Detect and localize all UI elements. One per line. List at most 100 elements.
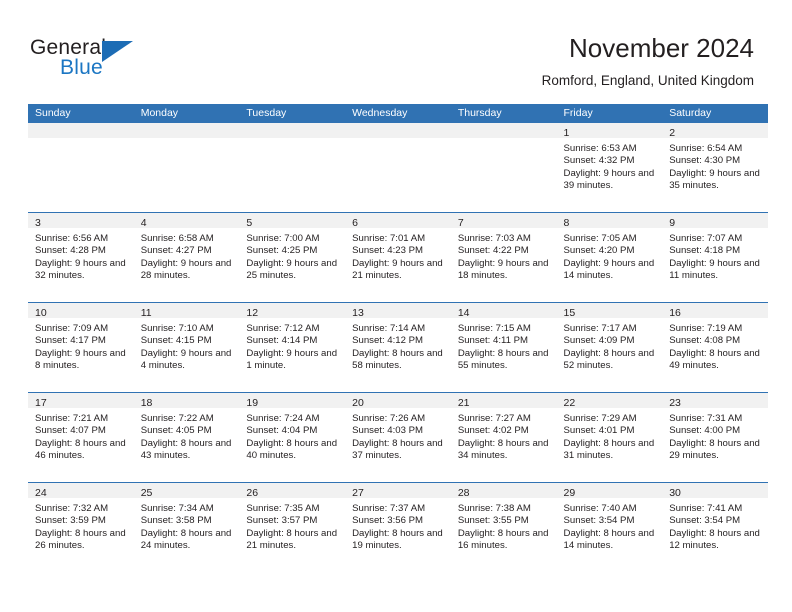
day-details: Sunrise: 7:37 AM Sunset: 3:56 PM Daylight:… <box>345 498 451 553</box>
day-number: 26 <box>246 487 259 499</box>
calendar-day-cell[interactable]: 14 Sunrise: 7:15 AM Sunset: 4:11 PM Dayligh… <box>450 303 557 392</box>
weekday-header-wednesday: Wednesday <box>352 107 408 119</box>
day-number-strip: 4 <box>133 213 240 229</box>
day-number-strip <box>28 123 134 138</box>
day-number-strip: 24 <box>28 483 134 499</box>
calendar-day-cell[interactable]: 19 Sunrise: 7:24 AM Sunset: 4:04 PM Dayligh… <box>239 393 346 482</box>
calendar-day-cell[interactable]: 18 Sunrise: 7:22 AM Sunset: 4:05 PM Dayligh… <box>133 393 240 482</box>
calendar-day-cell[interactable]: 30 Sunrise: 7:41 AM Sunset: 3:54 PM Dayligh… <box>662 483 768 572</box>
day-details: Sunrise: 7:09 AM Sunset: 4:17 PM Daylight:… <box>28 318 134 373</box>
sunset-text: Sunset: 4:01 PM <box>563 425 635 437</box>
day-details: Sunrise: 7:05 AM Sunset: 4:20 PM Daylight:… <box>557 228 663 283</box>
day-number: 5 <box>246 217 253 229</box>
calendar-day-cell[interactable]: 23 Sunrise: 7:31 AM Sunset: 4:00 PM Dayligh… <box>662 393 768 482</box>
daylight-text: Daylight: 8 hours and 49 minutes. <box>669 347 760 372</box>
day-number: 20 <box>352 397 364 409</box>
calendar-day-cell[interactable]: 8 Sunrise: 7:05 AM Sunset: 4:20 PM Daylight… <box>556 213 663 302</box>
day-number: 14 <box>457 307 470 319</box>
day-number: 6 <box>352 217 358 229</box>
day-number: 27 <box>352 487 364 499</box>
sunset-text: Sunset: 4:17 PM <box>35 335 106 347</box>
day-number: 23 <box>669 397 681 409</box>
calendar-day-cell[interactable]: 3 Sunrise: 6:56 AM Sunset: 4:28 PM Daylight… <box>28 213 134 302</box>
day-number: 21 <box>457 397 470 409</box>
day-number-strip: 12 <box>239 303 346 319</box>
day-number-strip: 2 <box>662 123 768 139</box>
calendar-day-cell[interactable]: 20 Sunrise: 7:26 AM Sunset: 4:03 PM Dayligh… <box>345 393 451 482</box>
calendar-day-cell[interactable]: 2 Sunrise: 6:54 AM Sunset: 4:30 PM Daylight… <box>662 123 768 212</box>
logo-text-blue: Blue <box>60 56 103 79</box>
calendar-day-cell[interactable]: 24 Sunrise: 7:32 AM Sunset: 3:59 PM Dayligh… <box>28 483 134 572</box>
sunrise-text: Sunrise: 7:31 AM <box>669 413 743 424</box>
sunset-text: Sunset: 4:07 PM <box>35 425 106 437</box>
sunset-text: Sunset: 4:02 PM <box>457 425 529 437</box>
calendar-day-cell[interactable]: 1 Sunrise: 6:53 AM Sunset: 4:32 PM Daylight… <box>556 123 663 212</box>
daylight-text: Daylight: 9 hours and 32 minutes. <box>35 257 126 282</box>
daylight-text: Daylight: 8 hours and 29 minutes. <box>669 437 760 462</box>
day-number: 29 <box>563 487 576 499</box>
sunset-text: Sunset: 4:18 PM <box>669 245 741 257</box>
sunrise-text: Sunrise: 7:34 AM <box>140 503 214 514</box>
calendar-day-cell[interactable]: 5 Sunrise: 7:00 AM Sunset: 4:25 PM Daylight… <box>239 213 346 302</box>
calendar-day-cell[interactable]: 16 Sunrise: 7:19 AM Sunset: 4:08 PM Dayligh… <box>662 303 768 392</box>
day-details: Sunrise: 7:01 AM Sunset: 4:23 PM Daylight:… <box>345 228 451 283</box>
daylight-text: Daylight: 8 hours and 31 minutes. <box>563 437 655 462</box>
calendar-day-cell[interactable]: 26 Sunrise: 7:35 AM Sunset: 3:57 PM Dayligh… <box>239 483 346 572</box>
daylight-text: Daylight: 8 hours and 34 minutes. <box>457 437 549 462</box>
sunset-text: Sunset: 4:22 PM <box>457 245 529 257</box>
calendar-day-cell[interactable]: 21 Sunrise: 7:27 AM Sunset: 4:02 PM Dayligh… <box>450 393 557 482</box>
calendar-day-cell[interactable]: 4 Sunrise: 6:58 AM Sunset: 4:27 PM Daylight… <box>133 213 240 302</box>
day-number-strip: 8 <box>556 213 663 229</box>
calendar-day-cell[interactable]: 15 Sunrise: 7:17 AM Sunset: 4:09 PM Dayligh… <box>556 303 663 392</box>
calendar-day-cell[interactable]: 27 Sunrise: 7:37 AM Sunset: 3:56 PM Dayligh… <box>345 483 451 572</box>
sunset-text: Sunset: 4:08 PM <box>669 335 741 347</box>
day-details: Sunrise: 7:03 AM Sunset: 4:22 PM Daylight:… <box>451 228 557 283</box>
location-subtitle: Romford, England, United Kingdom <box>541 73 754 88</box>
sunrise-text: Sunrise: 7:19 AM <box>669 323 743 334</box>
calendar-day-cell[interactable]: 13 Sunrise: 7:14 AM Sunset: 4:12 PM Dayligh… <box>345 303 451 392</box>
sunset-text: Sunset: 4:27 PM <box>140 245 212 257</box>
calendar-day-cell[interactable]: 29 Sunrise: 7:40 AM Sunset: 3:54 PM Dayligh… <box>556 483 663 572</box>
day-number: 7 <box>457 217 464 229</box>
page-title: November 2024 <box>569 33 754 63</box>
day-details: Sunrise: 7:15 AM Sunset: 4:11 PM Daylight:… <box>451 318 557 373</box>
daylight-text: Daylight: 9 hours and 1 minute. <box>246 347 338 372</box>
sunset-text: Sunset: 3:57 PM <box>246 515 318 527</box>
calendar-day-cell[interactable]: 10 Sunrise: 7:09 AM Sunset: 4:17 PM Dayligh… <box>28 303 134 392</box>
calendar-day-cell[interactable]: 17 Sunrise: 7:21 AM Sunset: 4:07 PM Dayligh… <box>28 393 134 482</box>
calendar-day-cell[interactable]: 9 Sunrise: 7:07 AM Sunset: 4:18 PM Daylight… <box>662 213 768 302</box>
daylight-text: Daylight: 8 hours and 52 minutes. <box>563 347 655 372</box>
day-number: 13 <box>352 307 364 319</box>
daylight-text: Daylight: 9 hours and 14 minutes. <box>563 257 655 282</box>
calendar-day-cell[interactable]: 28 Sunrise: 7:38 AM Sunset: 3:55 PM Dayligh… <box>450 483 557 572</box>
sunset-text: Sunset: 4:23 PM <box>352 245 424 257</box>
day-details: Sunrise: 7:38 AM Sunset: 3:55 PM Daylight:… <box>451 498 557 553</box>
daylight-text: Daylight: 8 hours and 40 minutes. <box>246 437 338 462</box>
calendar-day-cell[interactable]: 12 Sunrise: 7:12 AM Sunset: 4:14 PM Dayligh… <box>239 303 346 392</box>
day-details: Sunrise: 6:54 AM Sunset: 4:30 PM Daylight:… <box>662 138 768 193</box>
page-header: General Blue November 2024 Romford, Engl… <box>0 0 792 100</box>
calendar-day-cell[interactable]: 6 Sunrise: 7:01 AM Sunset: 4:23 PM Daylight… <box>345 213 451 302</box>
sunset-text: Sunset: 4:25 PM <box>246 245 318 257</box>
sunset-text: Sunset: 4:15 PM <box>140 335 212 347</box>
day-number-strip <box>239 123 346 138</box>
calendar-day-cell[interactable]: 7 Sunrise: 7:03 AM Sunset: 4:22 PM Daylight… <box>450 213 557 302</box>
sunset-text: Sunset: 3:55 PM <box>457 515 529 527</box>
sunrise-text: Sunrise: 7:15 AM <box>457 323 531 334</box>
day-details: Sunrise: 7:26 AM Sunset: 4:03 PM Daylight:… <box>345 408 451 463</box>
calendar-cell-empty <box>28 123 134 212</box>
calendar-day-cell[interactable]: 25 Sunrise: 7:34 AM Sunset: 3:58 PM Dayligh… <box>133 483 240 572</box>
title-block: November 2024 Romford, England, United K… <box>542 32 754 89</box>
day-number-strip: 21 <box>450 393 557 409</box>
sunrise-text: Sunrise: 7:05 AM <box>563 233 637 244</box>
calendar-week-row: 17 Sunrise: 7:21 AM Sunset: 4:07 PM Dayligh… <box>28 392 768 482</box>
general-blue-logo[interactable]: General Blue <box>30 36 200 84</box>
sunset-text: Sunset: 3:59 PM <box>35 515 106 527</box>
day-details: Sunrise: 7:22 AM Sunset: 4:05 PM Daylight:… <box>134 408 240 463</box>
daylight-text: Daylight: 8 hours and 43 minutes. <box>140 437 232 462</box>
daylight-text: Daylight: 9 hours and 35 minutes. <box>669 167 760 192</box>
calendar-cell-empty <box>239 123 346 212</box>
daylight-text: Daylight: 9 hours and 4 minutes. <box>140 347 232 372</box>
calendar-day-cell[interactable]: 22 Sunrise: 7:29 AM Sunset: 4:01 PM Dayligh… <box>556 393 663 482</box>
calendar-day-cell[interactable]: 11 Sunrise: 7:10 AM Sunset: 4:15 PM Dayligh… <box>133 303 240 392</box>
